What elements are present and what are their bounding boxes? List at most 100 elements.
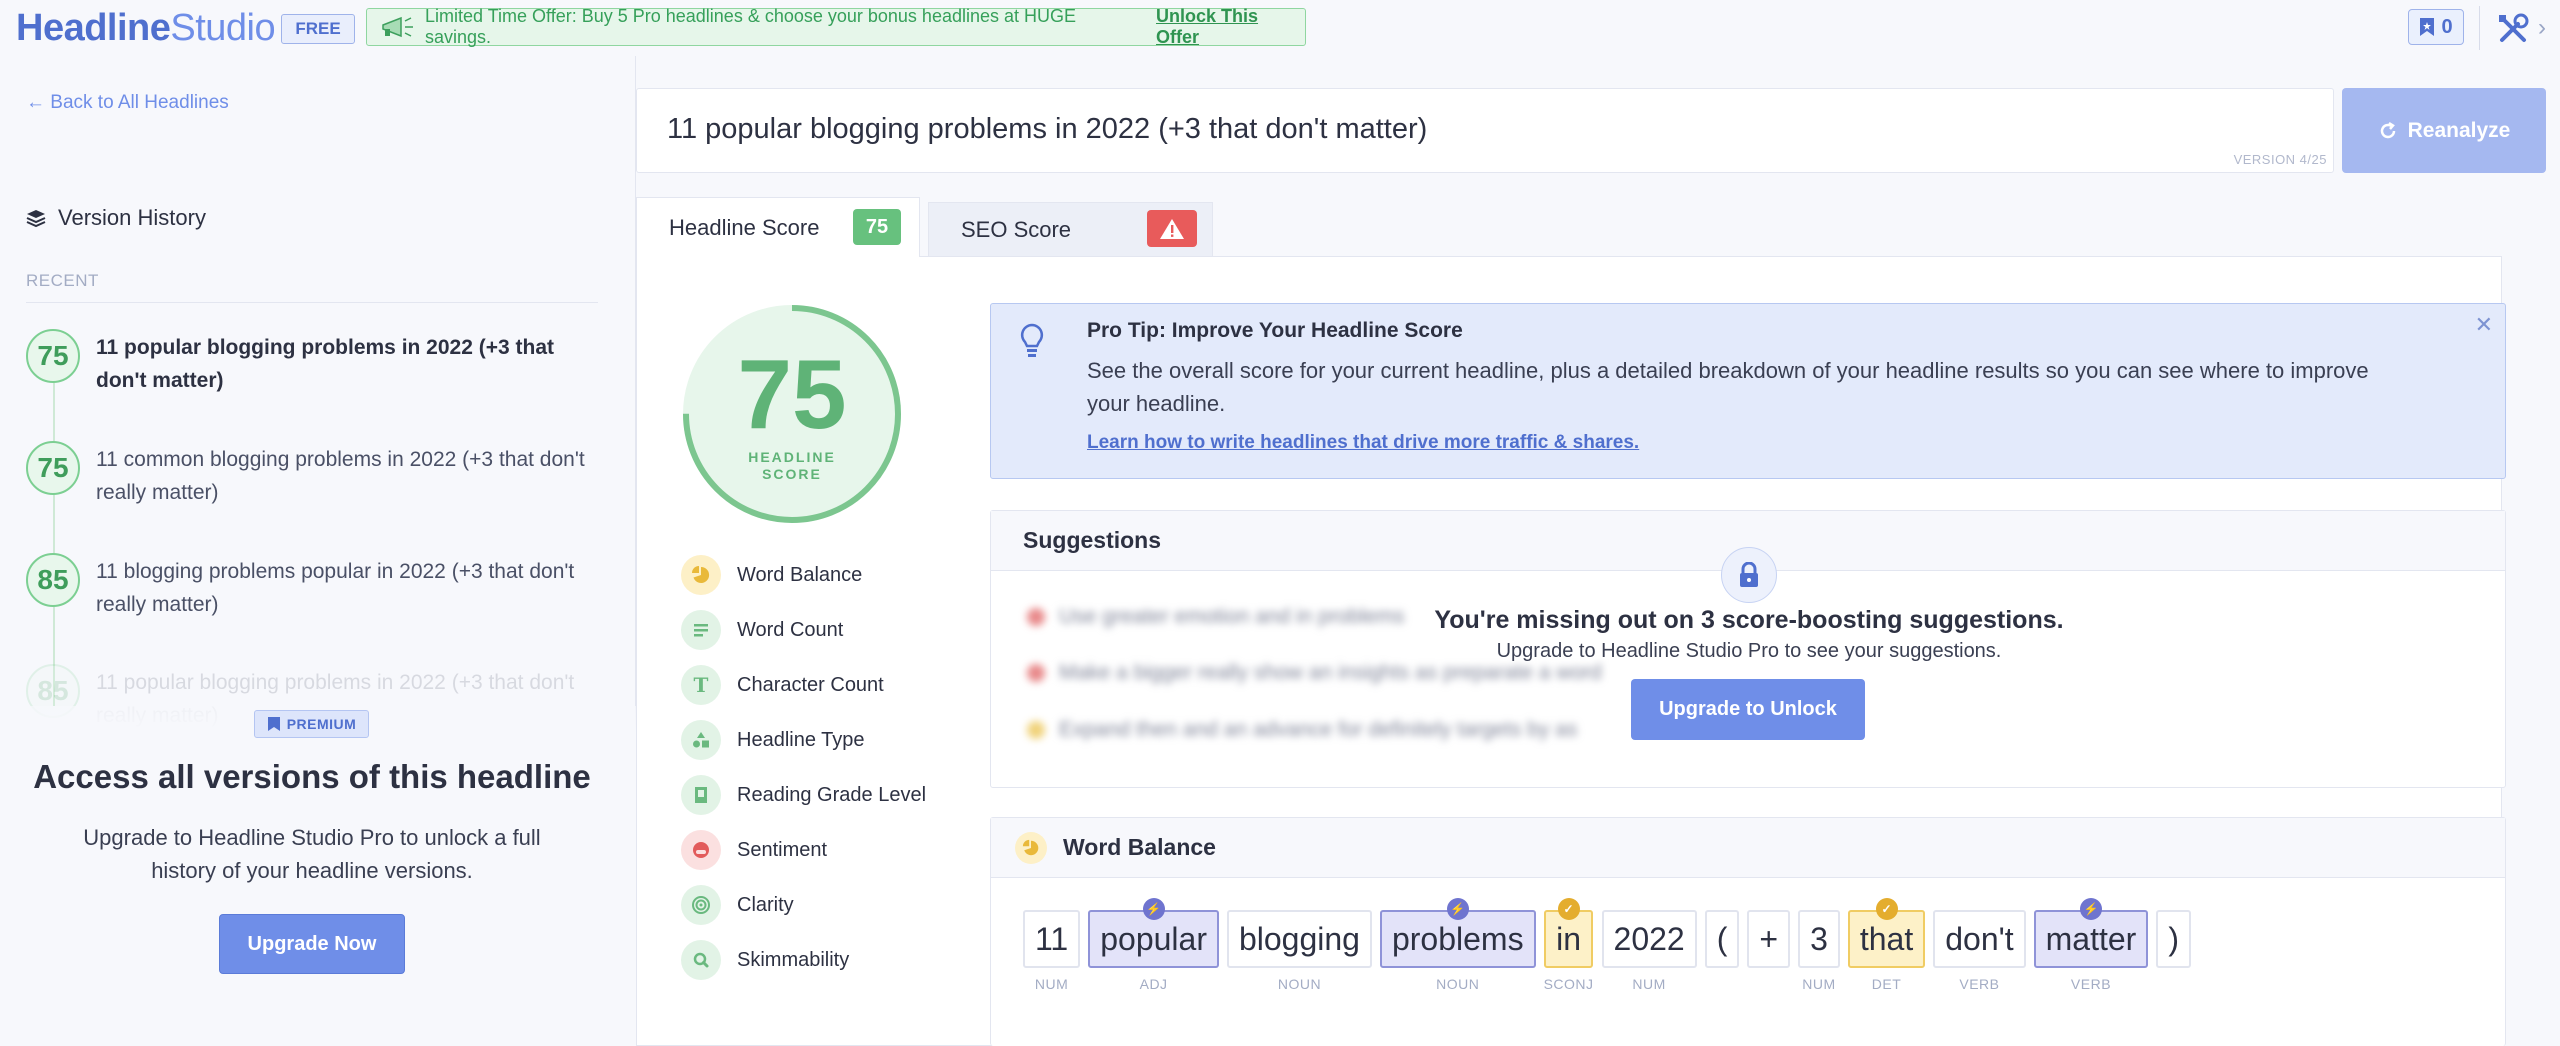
letter-t-icon: T xyxy=(681,665,721,705)
tab-seo-score[interactable]: SEO Score xyxy=(928,202,1213,257)
blurred-suggestion: Make a bigger really show an insights as… xyxy=(1027,661,1602,685)
token-part-of-speech: VERB xyxy=(2070,976,2112,992)
metric-label: Headline Type xyxy=(737,728,865,751)
token-word: 11 xyxy=(1023,910,1081,968)
metric-clarity[interactable]: Clarity xyxy=(681,885,794,925)
token-word: 2022 xyxy=(1601,910,1697,968)
metric-label: Reading Grade Level xyxy=(737,783,927,806)
tools-icon[interactable] xyxy=(2496,12,2530,46)
power-word-icon: ⚡ xyxy=(1142,898,1165,920)
power-word-icon: ⚡ xyxy=(2079,898,2102,920)
lines-icon xyxy=(681,610,721,650)
logo-headline: Headline xyxy=(16,7,171,49)
tab-label: Headline Score xyxy=(669,214,820,240)
word-balance-title: Word Balance xyxy=(1063,834,1216,860)
token-part-of-speech: ADJ xyxy=(1139,976,1168,992)
metric-headline-type[interactable]: Headline Type xyxy=(681,720,865,760)
saved-count: 0 xyxy=(2441,15,2453,38)
unlock-offer-link[interactable]: Unlock This Offer xyxy=(1156,6,1305,48)
metric-word-count[interactable]: Word Count xyxy=(681,610,843,650)
version-score: 75 xyxy=(26,441,80,495)
token-part-of-speech: NUM xyxy=(1632,976,1666,992)
version-history-title: Version History xyxy=(26,205,206,231)
pro-tip-link[interactable]: Learn how to write headlines that drive … xyxy=(1087,432,1639,454)
app-logo[interactable]: HeadlineStudio xyxy=(16,7,276,50)
pie-chart-icon xyxy=(681,555,721,595)
token-word: ) xyxy=(2156,910,2191,968)
word-token[interactable]: 2022 NUM xyxy=(1601,910,1697,1010)
word-token[interactable]: 3 NUM xyxy=(1798,910,1840,1010)
headline-input[interactable] xyxy=(667,109,2267,149)
upgrade-to-unlock-button[interactable]: Upgrade to Unlock xyxy=(1631,679,1865,740)
metric-sentiment[interactable]: Sentiment xyxy=(681,830,827,870)
target-icon xyxy=(681,885,721,925)
common-word-icon: ✓ xyxy=(1557,898,1580,920)
saved-headlines-button[interactable]: 0 xyxy=(2408,9,2464,45)
token-word: blogging xyxy=(1226,910,1372,968)
metric-reading-grade[interactable]: Reading Grade Level xyxy=(681,775,926,815)
bookmark-icon xyxy=(2420,18,2435,36)
token-word: don't xyxy=(1933,910,2026,968)
token-part-of-speech: DET xyxy=(1871,976,1902,992)
version-text: 11 common blogging problems in 2022 (+3 … xyxy=(96,448,585,504)
word-token[interactable]: + xyxy=(1747,910,1791,1010)
power-word-icon: ⚡ xyxy=(1446,898,1469,920)
chevron-right-icon[interactable]: › xyxy=(2538,14,2554,41)
word-token[interactable]: ⚡ problems NOUN xyxy=(1379,898,1536,1010)
warning-icon xyxy=(1147,210,1197,247)
lock-icon xyxy=(1721,547,1777,603)
metric-word-balance[interactable]: Word Balance xyxy=(681,555,862,595)
word-balance-card: Word Balance 11 NUM ⚡ popular ADJ blogging NOU… xyxy=(990,817,2506,1046)
offer-banner: Limited Time Offer: Buy 5 Pro headlines … xyxy=(366,6,1306,48)
token-word: + xyxy=(1747,910,1791,968)
topbar-divider xyxy=(2479,6,2480,50)
headline-score-pill: 75 xyxy=(853,209,901,245)
metric-label: Word Count xyxy=(737,618,844,641)
metric-skimmability[interactable]: Skimmability xyxy=(681,940,849,980)
blurred-suggestion: Expand then and an advance for definitel… xyxy=(1027,718,1577,742)
upgrade-now-button[interactable]: Upgrade Now xyxy=(219,914,405,974)
access-versions-title: Access all versions of this headline xyxy=(33,758,591,795)
reanalyze-button[interactable]: Reanalyze xyxy=(2342,88,2546,173)
megaphone-icon xyxy=(382,16,413,38)
version-history-sidebar: ← Back to All Headlines Version History … xyxy=(0,56,636,1046)
word-balance-header: Word Balance xyxy=(991,818,2505,878)
access-versions-subtitle: Upgrade to Headline Studio Pro to unlock… xyxy=(83,825,541,883)
pro-tip-banner: Pro Tip: Improve Your Headline Score See… xyxy=(990,303,2506,479)
missing-suggestions-title: You're missing out on 3 score-boosting s… xyxy=(1434,606,2064,634)
word-token[interactable]: don't VERB xyxy=(1933,910,2026,1010)
premium-tag: PREMIUM xyxy=(254,710,369,738)
back-to-headlines-link[interactable]: ← Back to All Headlines xyxy=(26,92,229,114)
word-token[interactable]: ✓ that DET xyxy=(1847,898,1926,1010)
version-timeline-line xyxy=(53,356,55,706)
metric-label: Skimmability xyxy=(737,948,850,971)
token-part-of-speech: VERB xyxy=(1959,976,2000,992)
score-caption-2: SCORE xyxy=(762,466,822,482)
metric-label: Sentiment xyxy=(737,838,828,861)
shapes-icon xyxy=(681,720,721,760)
version-score: 75 xyxy=(26,329,80,383)
suggestions-card: Suggestions Use greater emotion and in p… xyxy=(990,510,2506,788)
book-icon xyxy=(681,775,721,815)
word-token-list: 11 NUM ⚡ popular ADJ blogging NOUN ⚡ problems NOU… xyxy=(1023,898,2191,1010)
offer-text: Limited Time Offer: Buy 5 Pro headlines … xyxy=(425,6,1077,47)
token-word: ( xyxy=(1704,910,1740,968)
layers-icon xyxy=(26,210,46,228)
close-icon[interactable]: ✕ xyxy=(2475,312,2493,338)
word-token[interactable]: ) xyxy=(2156,910,2191,1010)
recent-label: RECENT xyxy=(26,271,99,290)
word-token[interactable]: ✓ in SCONJ xyxy=(1543,898,1594,1010)
word-token[interactable]: ( xyxy=(1704,910,1740,1010)
missing-suggestions-subtitle: Upgrade to Headline Studio Pro to see yo… xyxy=(1496,640,2002,662)
word-token[interactable]: 11 NUM xyxy=(1023,910,1081,1010)
version-indicator: VERSION 4/25 xyxy=(2233,152,2327,167)
word-token[interactable]: blogging NOUN xyxy=(1226,910,1372,1010)
version-score: 85 xyxy=(26,553,80,607)
word-token[interactable]: ⚡ matter VERB xyxy=(2033,898,2149,1010)
tab-headline-score[interactable]: Headline Score 75 xyxy=(636,197,920,257)
version-text: 11 blogging problems popular in 2022 (+3… xyxy=(96,560,575,616)
token-part-of-speech: SCONJ xyxy=(1543,976,1594,992)
token-part-of-speech: NOUN xyxy=(1436,976,1480,992)
metric-character-count[interactable]: T Character Count xyxy=(681,665,884,705)
word-token[interactable]: ⚡ popular ADJ xyxy=(1088,898,1219,1010)
